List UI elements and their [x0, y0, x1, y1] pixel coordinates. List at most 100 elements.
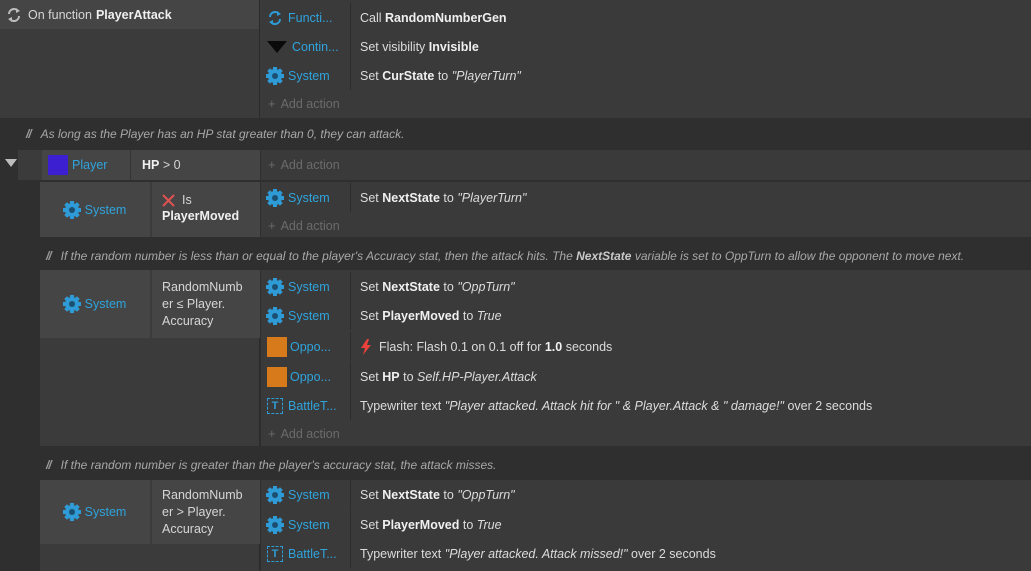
action-value: "OppTurn"	[457, 279, 515, 294]
action-object[interactable]: System	[261, 510, 351, 539]
action-object-name: System	[288, 68, 330, 83]
lightning-icon	[361, 338, 371, 355]
sub3-condition-panel[interactable]: System RandomNumb er > Player. Accuracy	[40, 480, 260, 571]
action-text[interactable]: Set NextState to "OppTurn"	[351, 272, 515, 301]
action-object[interactable]: Oppo...	[261, 332, 351, 361]
action-object-name: Oppo...	[290, 339, 331, 354]
sub1-condition[interactable]: Is PlayerMoved	[152, 182, 260, 237]
function-event-block[interactable]: On function PlayerAttack Functi... Call …	[0, 0, 1031, 118]
action-row[interactable]: T BattleT... Typewriter text "Player att…	[261, 391, 1031, 420]
action-object-name: BattleT...	[288, 398, 337, 413]
action-verb: Set	[360, 279, 379, 294]
action-object[interactable]: System	[261, 301, 351, 330]
function-actions[interactable]: Functi... Call RandomNumberGen Contin...…	[261, 0, 1031, 118]
action-text[interactable]: Set NextState to "OppTurn"	[351, 480, 515, 509]
condition-line: RandomNumb	[162, 280, 243, 294]
sub2-object[interactable]: System	[40, 270, 150, 338]
gear-icon	[266, 306, 284, 325]
action-row[interactable]: System Set CurState to "PlayerTurn"	[261, 61, 1031, 90]
player-condition[interactable]: Player HP > 0	[42, 150, 260, 180]
add-action-button[interactable]: + Add action	[268, 96, 340, 111]
action-row[interactable]: System Set PlayerMoved to True	[261, 510, 1031, 539]
collapse-triangle-icon[interactable]	[5, 158, 17, 170]
action-row[interactable]: Functi... Call RandomNumberGen	[261, 3, 1031, 32]
sub2-condition-panel[interactable]: System RandomNumb er ≤ Player. Accuracy	[40, 270, 260, 446]
action-object[interactable]: System	[261, 61, 351, 90]
sub1-condition-panel[interactable]: System Is PlayerMoved	[40, 182, 260, 237]
condition-line: er > Player.	[162, 505, 226, 519]
action-row[interactable]: System Set NextState to "OppTurn"	[261, 272, 1031, 301]
comment-text: If the random number is greater than the…	[60, 458, 497, 472]
add-action-button[interactable]: + Add action	[268, 218, 340, 233]
add-action-button[interactable]: + Add action	[268, 426, 340, 441]
comment-text: If the random number is less than or equ…	[60, 248, 573, 263]
action-row[interactable]: T BattleT... Typewriter text "Player att…	[261, 539, 1031, 568]
action-row[interactable]: Oppo... Set HP to Self.HP-Player.Attack	[261, 362, 1031, 391]
plus-icon: +	[268, 157, 276, 172]
action-value: "OppTurn"	[457, 487, 515, 502]
player-condition-text[interactable]: HP > 0	[142, 150, 181, 180]
sub2-condition[interactable]: RandomNumb er ≤ Player. Accuracy	[152, 270, 260, 338]
action-row[interactable]: System Set NextState to "OppTurn"	[261, 480, 1031, 509]
action-text[interactable]: Set PlayerMoved to True	[351, 301, 502, 330]
comment-2[interactable]: // If the random number is less than or …	[40, 241, 1031, 270]
action-verb: Typewriter text	[360, 546, 442, 561]
action-text[interactable]: Set CurState to "PlayerTurn"	[351, 61, 521, 90]
action-param: 1.0	[544, 339, 563, 354]
action-object[interactable]: Functi...	[261, 3, 351, 32]
player-object[interactable]: Player	[48, 154, 107, 176]
action-tail: over 2 seconds	[787, 398, 873, 413]
action-param: NextState	[382, 190, 440, 205]
add-action-label: Add action	[280, 96, 340, 111]
action-row[interactable]: Oppo... Flash: Flash 0.1 on 0.1 off for …	[261, 332, 1031, 361]
action-row[interactable]: Contin... Set visibility Invisible	[261, 32, 1031, 61]
sub1-object[interactable]: System	[40, 182, 150, 237]
sub1-actions[interactable]: System Set NextState to "PlayerTurn" + Ad…	[261, 182, 1031, 237]
action-row[interactable]: System Set PlayerMoved to True	[261, 301, 1031, 330]
add-action-button[interactable]: + Add action	[268, 157, 340, 172]
action-object-name: Contin...	[292, 39, 339, 54]
action-text[interactable]: Set HP to Self.HP-Player.Attack	[351, 362, 537, 391]
function-icon	[269, 10, 281, 25]
comment-slashes: //	[46, 458, 52, 472]
function-condition-panel[interactable]: On function PlayerAttack	[0, 0, 260, 118]
text-object-icon: T	[267, 545, 283, 562]
x-icon	[162, 193, 175, 207]
action-object-name: Oppo...	[290, 369, 331, 384]
action-object[interactable]: System	[261, 183, 351, 212]
sub2-actions[interactable]: System Set NextState to "OppTurn" System…	[261, 270, 1031, 446]
sub3-actions[interactable]: System Set NextState to "OppTurn" System…	[261, 480, 1031, 571]
function-header[interactable]: On function PlayerAttack	[0, 0, 259, 29]
action-object[interactable]: Oppo...	[261, 362, 351, 391]
function-label: On function	[28, 7, 92, 22]
function-name: PlayerAttack	[95, 7, 172, 22]
action-object-name: System	[288, 279, 330, 294]
sub3-object[interactable]: System	[40, 480, 150, 544]
action-object[interactable]: T BattleT...	[261, 391, 351, 420]
action-object[interactable]: Contin...	[261, 32, 351, 61]
action-text[interactable]: Call RandomNumberGen	[351, 3, 507, 32]
sub3-condition[interactable]: RandomNumb er > Player. Accuracy	[152, 480, 260, 544]
player-actions[interactable]: + Add action	[261, 150, 1031, 180]
comment-1[interactable]: // As long as the Player has an HP stat …	[8, 120, 1028, 148]
comment-3[interactable]: // If the random number is greater than …	[40, 451, 1031, 479]
action-text[interactable]: Typewriter text "Player attacked. Attack…	[351, 391, 872, 420]
action-text[interactable]: Set NextState to "PlayerTurn"	[351, 183, 526, 212]
action-text[interactable]: Typewriter text "Player attacked. Attack…	[351, 539, 716, 568]
action-row[interactable]: System Set NextState to "PlayerTurn"	[261, 183, 1031, 212]
action-text[interactable]: Flash: Flash 0.1 on 0.1 off for 1.0 seco…	[351, 332, 612, 361]
player-condition-panel[interactable]: Player HP > 0	[18, 150, 260, 180]
action-text[interactable]: Set PlayerMoved to True	[351, 510, 502, 539]
action-object[interactable]: T BattleT...	[261, 539, 351, 568]
add-action-label: Add action	[280, 218, 340, 233]
action-text[interactable]: Set visibility Invisible	[351, 32, 479, 61]
condition-param: HP	[142, 158, 160, 172]
action-object[interactable]: System	[261, 272, 351, 301]
action-object-name: System	[288, 190, 330, 205]
action-mid: to	[437, 68, 449, 83]
action-value: True	[476, 517, 502, 532]
condition-prefix: Is	[182, 193, 192, 207]
action-value: "PlayerTurn"	[457, 190, 527, 205]
action-object[interactable]: System	[261, 480, 351, 509]
gear-icon	[266, 485, 284, 504]
